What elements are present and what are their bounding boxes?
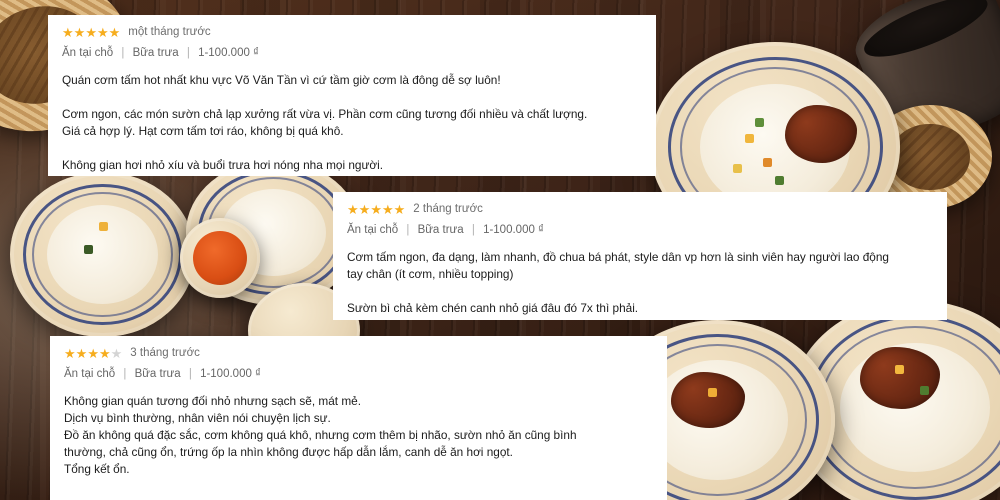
star-icon: ★ (347, 201, 359, 217)
star-icon: ★ (64, 345, 76, 361)
meta-separator: | (186, 47, 190, 59)
review-price-range: 1-100.000 ₫ (198, 47, 259, 59)
review-rating-row: ★ ★ ★ ★ ★ 2 tháng trước (347, 201, 933, 217)
star-icon-empty: ★ (110, 345, 123, 361)
review-meta: Ăn tại chỗ | Bữa trưa | 1-100.000 ₫ (347, 224, 933, 236)
pickled-vegetable (895, 364, 904, 374)
review-service-type: Ăn tại chỗ (62, 47, 114, 59)
grilled-pork-chop (860, 347, 940, 410)
star-rating: ★ ★ ★ ★ ★ (347, 203, 405, 216)
review-price-range: 1-100.000 ₫ (200, 368, 261, 380)
review-meta: Ăn tại chỗ | Bữa trưa | 1-100.000 ₫ (62, 47, 642, 59)
review-meal-type: Bữa trưa (134, 368, 181, 380)
rice-portion (47, 205, 158, 304)
bowl-chili-sauce (180, 218, 260, 298)
meta-separator: | (471, 224, 475, 236)
review-meal-type: Bữa trưa (132, 47, 179, 59)
review-service-type: Ăn tại chỗ (347, 224, 399, 236)
star-icon: ★ (75, 345, 88, 361)
review-service-type: Ăn tại chỗ (64, 368, 116, 380)
star-icon: ★ (96, 24, 109, 40)
review-card[interactable]: ★ ★ ★ ★ ★ 3 tháng trước Ăn tại chỗ | Bữa… (50, 336, 667, 500)
plate-decorated-left (10, 172, 195, 337)
star-icon: ★ (98, 345, 111, 361)
scallion-garnish (775, 176, 784, 186)
review-meal-type: Bữa trưa (417, 224, 464, 236)
scallion-garnish (920, 386, 929, 395)
star-icon: ★ (393, 201, 406, 217)
star-icon: ★ (73, 24, 86, 40)
review-body: Quán cơm tấm hot nhất khu vực Võ Văn Tần… (62, 73, 588, 172)
pickled-vegetable (745, 134, 754, 144)
screenshot-root: ★ ★ ★ ★ ★ một tháng trước Ăn tại chỗ | B… (0, 0, 1000, 500)
review-body: Cơm tấm ngon, đa dạng, làm nhanh, đồ chu… (347, 250, 889, 315)
star-icon: ★ (108, 24, 121, 40)
scallion-garnish (84, 244, 93, 254)
review-card[interactable]: ★ ★ ★ ★ ★ 2 tháng trước Ăn tại chỗ | Bữa… (333, 192, 947, 320)
scallion-garnish (755, 117, 764, 127)
review-rating-row: ★ ★ ★ ★ ★ 3 tháng trước (64, 345, 653, 361)
pickled-vegetable (762, 157, 772, 167)
meta-separator: | (123, 368, 127, 380)
review-meta: Ăn tại chỗ | Bữa trưa | 1-100.000 ₫ (64, 368, 653, 380)
review-rating-row: ★ ★ ★ ★ ★ một tháng trước (62, 24, 642, 40)
rice-portion (647, 360, 788, 480)
star-icon: ★ (358, 201, 371, 217)
review-card[interactable]: ★ ★ ★ ★ ★ một tháng trước Ăn tại chỗ | B… (48, 15, 656, 176)
star-icon: ★ (85, 24, 97, 40)
grilled-pork-chop (785, 105, 857, 163)
meta-separator: | (188, 368, 192, 380)
review-price-range: 1-100.000 ₫ (483, 224, 544, 236)
star-icon: ★ (370, 201, 382, 217)
rice-portion (840, 343, 990, 472)
review-body: Không gian quán tương đối nhỏ nhưng sạch… (64, 394, 577, 476)
star-icon: ★ (87, 345, 99, 361)
pickled-vegetable (98, 221, 108, 231)
meta-separator: | (121, 47, 125, 59)
star-icon: ★ (381, 201, 394, 217)
pickled-vegetable (732, 163, 742, 173)
review-timestamp: 3 tháng trước (130, 347, 200, 359)
star-rating: ★ ★ ★ ★ ★ (62, 26, 120, 39)
review-timestamp: một tháng trước (128, 26, 211, 38)
grilled-pork-chop (670, 372, 745, 428)
star-icon: ★ (62, 24, 74, 40)
pickled-vegetable (708, 388, 718, 397)
meta-separator: | (406, 224, 410, 236)
review-timestamp: 2 tháng trước (413, 203, 483, 215)
star-rating: ★ ★ ★ ★ ★ (64, 347, 122, 360)
